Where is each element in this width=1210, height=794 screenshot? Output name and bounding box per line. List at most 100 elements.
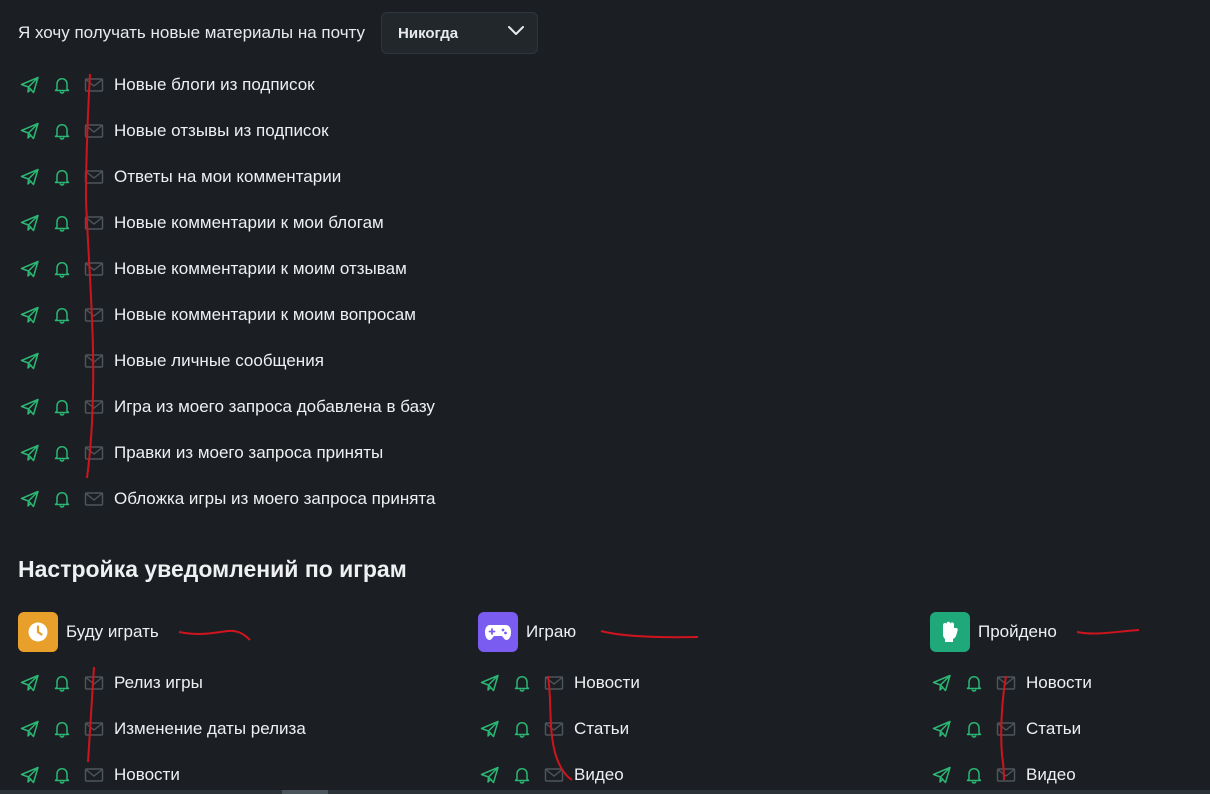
telegram-toggle-icon[interactable] xyxy=(20,306,40,324)
category-title: Буду играть xyxy=(66,622,159,641)
notification-row: Новые комментарии к моим вопросам xyxy=(18,300,498,330)
bell-toggle-icon[interactable] xyxy=(52,260,72,278)
notification-label: Новые отзывы из подписок xyxy=(114,121,329,140)
bell-toggle-icon[interactable] xyxy=(52,306,72,324)
mail-toggle-icon[interactable] xyxy=(84,766,104,784)
notification-label: Новости xyxy=(1026,673,1092,692)
telegram-toggle-icon[interactable] xyxy=(20,214,40,232)
mail-toggle-icon[interactable] xyxy=(996,766,1016,784)
telegram-toggle-icon[interactable] xyxy=(20,674,40,692)
email-digest-row: Я хочу получать новые материалы на почту… xyxy=(18,12,539,54)
telegram-toggle-icon[interactable] xyxy=(480,766,500,784)
chevron-down-icon xyxy=(507,24,525,42)
mail-toggle-icon[interactable] xyxy=(84,444,104,462)
notification-label: Новые комментарии к моим вопросам xyxy=(114,305,416,324)
mail-toggle-icon[interactable] xyxy=(544,674,564,692)
notification-settings-page: Я хочу получать новые материалы на почту… xyxy=(0,0,1210,794)
bell-toggle-icon[interactable] xyxy=(52,168,72,186)
notification-label: Новые блоги из подписок xyxy=(114,75,315,94)
bell-toggle-icon[interactable] xyxy=(52,122,72,140)
bell-toggle-icon[interactable] xyxy=(964,766,984,784)
mail-toggle-icon[interactable] xyxy=(84,490,104,508)
notification-label: Обложка игры из моего запроса принята xyxy=(114,489,436,508)
mail-toggle-icon[interactable] xyxy=(84,306,104,324)
bell-toggle-icon[interactable] xyxy=(512,674,532,692)
mail-toggle-icon[interactable] xyxy=(544,720,564,738)
category-notification-row: Новости xyxy=(18,760,498,790)
bell-toggle-icon[interactable] xyxy=(52,766,72,784)
notification-label: Новые комментарии к мои блогам xyxy=(114,213,384,232)
telegram-toggle-icon[interactable] xyxy=(20,168,40,186)
bell-toggle-icon[interactable] xyxy=(512,766,532,784)
telegram-toggle-icon[interactable] xyxy=(20,122,40,140)
telegram-toggle-icon[interactable] xyxy=(480,720,500,738)
mail-toggle-icon[interactable] xyxy=(84,214,104,232)
category-notification-row: Статьи xyxy=(930,714,1210,744)
bell-toggle-icon[interactable] xyxy=(52,444,72,462)
bell-toggle-icon[interactable] xyxy=(52,490,72,508)
telegram-toggle-icon[interactable] xyxy=(20,398,40,416)
notification-label: Правки из моего запроса приняты xyxy=(114,443,384,462)
bell-toggle-icon[interactable] xyxy=(512,720,532,738)
mail-toggle-icon[interactable] xyxy=(84,260,104,278)
email-digest-selected-value: Никогда xyxy=(398,24,459,42)
category-notification-row: Видео xyxy=(930,760,1210,790)
category-notification-row: Изменение даты релиза xyxy=(18,714,498,744)
telegram-toggle-icon[interactable] xyxy=(932,766,952,784)
mail-toggle-icon[interactable] xyxy=(544,766,564,784)
bell-toggle-icon[interactable] xyxy=(964,674,984,692)
notification-label: Изменение даты релиза xyxy=(114,719,306,738)
notification-label: Новые личные сообщения xyxy=(114,351,324,370)
mail-toggle-icon[interactable] xyxy=(84,76,104,94)
bell-toggle-icon[interactable] xyxy=(964,720,984,738)
category-notification-row: Статьи xyxy=(478,714,958,744)
mail-toggle-icon[interactable] xyxy=(996,720,1016,738)
category-title: Пройдено xyxy=(978,622,1057,641)
games-section-title: Настройка уведомлений по играм xyxy=(18,556,407,582)
notification-row: Новые комментарии к мои блогам xyxy=(18,208,498,238)
category-header: Пройдено xyxy=(930,612,1057,652)
category-notification-row: Видео xyxy=(478,760,958,790)
notification-row: Новые блоги из подписок xyxy=(18,70,498,100)
notification-label: Статьи xyxy=(574,719,630,738)
notification-row: Новые личные сообщения xyxy=(18,346,498,376)
telegram-toggle-icon[interactable] xyxy=(20,352,40,370)
telegram-toggle-icon[interactable] xyxy=(20,490,40,508)
bell-toggle-icon[interactable] xyxy=(52,214,72,232)
bottom-scrollbar-thumb[interactable] xyxy=(282,790,328,794)
notification-row: Правки из моего запроса приняты xyxy=(18,438,498,468)
telegram-toggle-icon[interactable] xyxy=(20,76,40,94)
telegram-toggle-icon[interactable] xyxy=(932,674,952,692)
category-title: Играю xyxy=(526,622,577,641)
telegram-toggle-icon[interactable] xyxy=(20,444,40,462)
mail-toggle-icon[interactable] xyxy=(84,398,104,416)
telegram-toggle-icon[interactable] xyxy=(20,766,40,784)
mail-toggle-icon[interactable] xyxy=(84,122,104,140)
mail-toggle-icon[interactable] xyxy=(84,720,104,738)
notification-row: Игра из моего запроса добавлена в базу xyxy=(18,392,498,422)
bottom-scrollbar-track[interactable] xyxy=(0,790,1210,794)
mail-toggle-icon[interactable] xyxy=(84,352,104,370)
notification-row: Ответы на мои комментарии xyxy=(18,162,498,192)
category-notification-row: Новости xyxy=(478,668,958,698)
category-header: Играю xyxy=(478,612,576,652)
mail-toggle-icon[interactable] xyxy=(996,674,1016,692)
notification-row: Новые отзывы из подписок xyxy=(18,116,498,146)
bell-toggle-icon[interactable] xyxy=(52,398,72,416)
telegram-toggle-icon[interactable] xyxy=(932,720,952,738)
telegram-toggle-icon[interactable] xyxy=(480,674,500,692)
bell-toggle-icon[interactable] xyxy=(52,720,72,738)
mail-toggle-icon[interactable] xyxy=(84,168,104,186)
email-digest-select[interactable]: Никогда xyxy=(381,12,539,54)
telegram-toggle-icon[interactable] xyxy=(20,720,40,738)
telegram-toggle-icon[interactable] xyxy=(20,260,40,278)
mail-toggle-icon[interactable] xyxy=(84,674,104,692)
fist-icon xyxy=(930,612,970,652)
bell-toggle-icon[interactable] xyxy=(52,674,72,692)
notification-label: Игра из моего запроса добавлена в базу xyxy=(114,397,435,416)
gamepad-icon xyxy=(478,612,518,652)
bell-toggle-icon[interactable] xyxy=(52,76,72,94)
notification-label: Новые комментарии к моим отзывам xyxy=(114,259,407,278)
category-notification-row: Новости xyxy=(930,668,1210,698)
email-digest-label: Я хочу получать новые материалы на почту xyxy=(18,23,366,42)
